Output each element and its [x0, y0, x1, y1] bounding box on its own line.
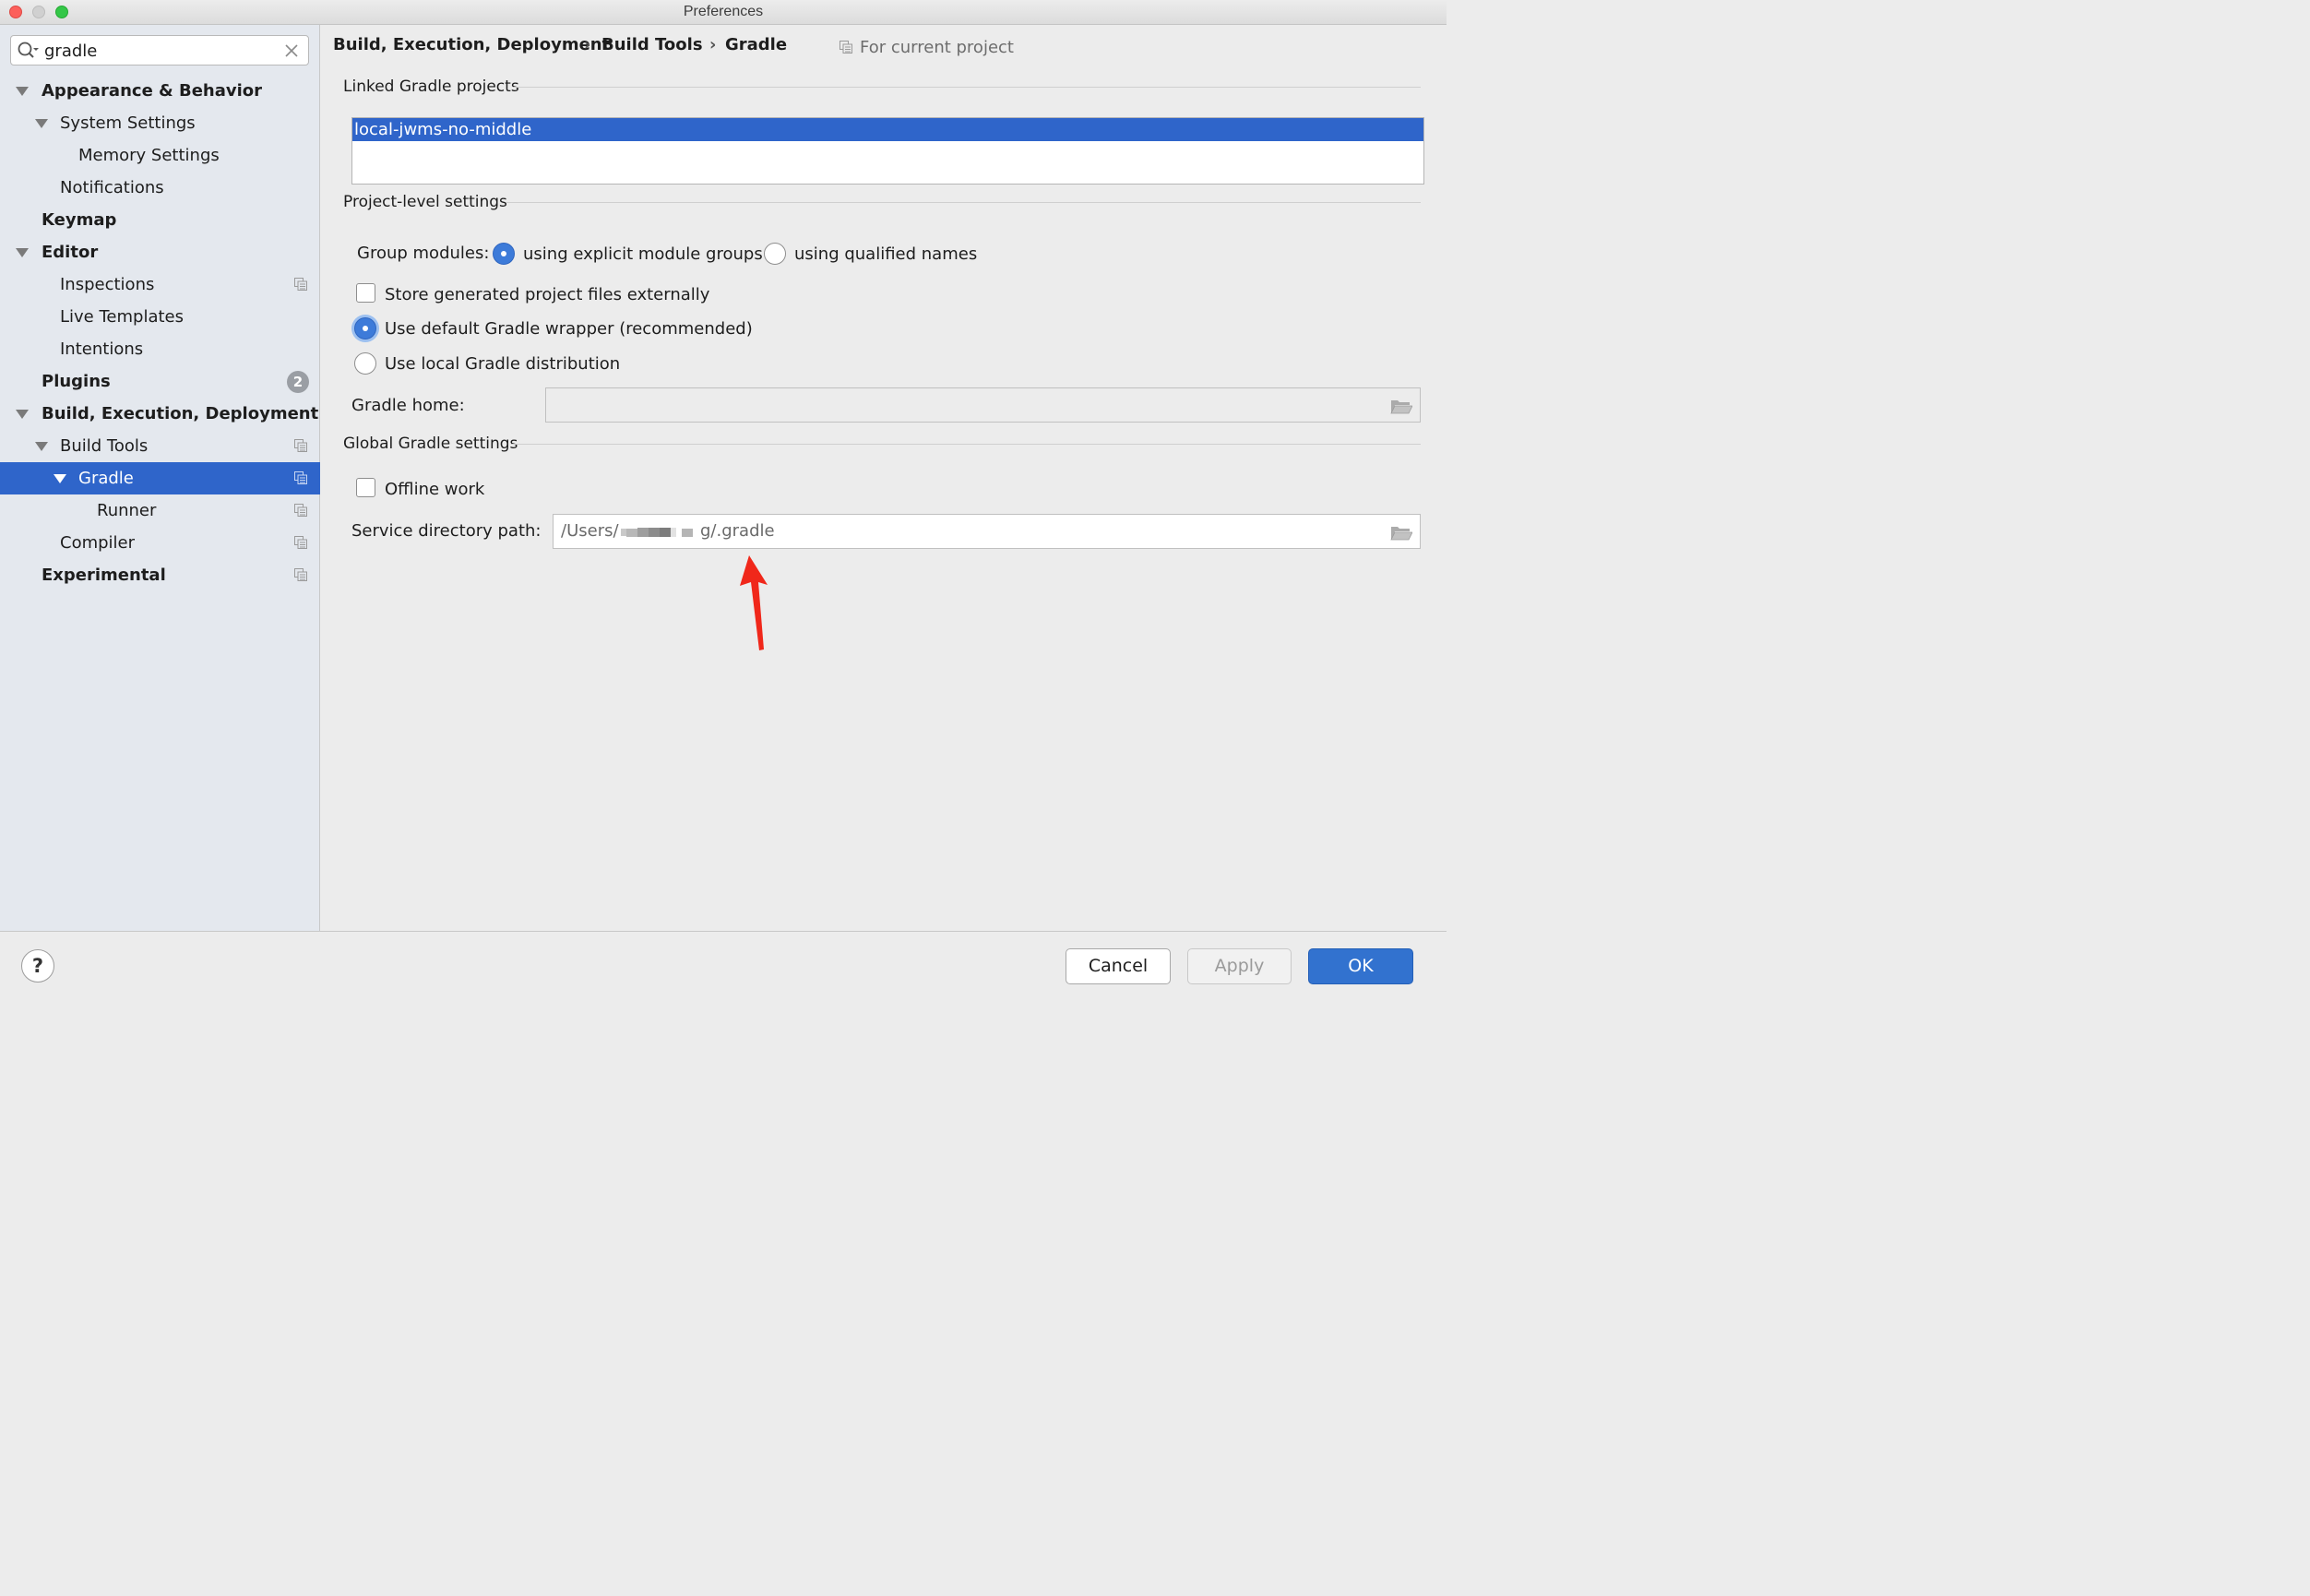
gradle-home-label: Gradle home: [351, 396, 465, 415]
offline-work-checkbox[interactable] [356, 478, 375, 497]
sidebar-item-keymap[interactable]: Keymap [0, 204, 320, 236]
project-scope-icon [294, 504, 307, 517]
group-qualified-label[interactable]: using qualified names [794, 244, 977, 264]
service-dir-prefix: /Users/ [561, 521, 619, 541]
chevron-right-icon: › [584, 35, 591, 54]
chevron-down-icon[interactable] [16, 410, 29, 419]
chevron-down-icon[interactable] [16, 87, 29, 96]
section-title-linked-projects: Linked Gradle projects [343, 77, 519, 96]
offline-work-label[interactable]: Offline work [385, 480, 484, 499]
chevron-right-icon: › [709, 35, 717, 54]
chevron-down-icon[interactable] [35, 442, 48, 451]
sidebar-item-experimental[interactable]: Experimental [0, 559, 320, 591]
project-scope-icon [294, 471, 307, 484]
folder-icon[interactable] [1390, 398, 1412, 414]
sidebar-item-appearance-behavior[interactable]: Appearance & Behavior [0, 75, 320, 107]
project-scope-icon [294, 536, 307, 549]
gradle-settings-panel: Build, Execution, Deployment › Build Too… [321, 25, 1447, 931]
group-explicit-radio[interactable] [493, 243, 515, 265]
window-title: Preferences [683, 4, 764, 19]
dialog-footer: ? Cancel Apply OK [0, 931, 1447, 999]
local-distribution-label[interactable]: Use local Gradle distribution [385, 354, 620, 374]
divider [513, 87, 1421, 88]
local-distribution-radio[interactable] [354, 352, 376, 375]
linked-projects-list[interactable]: local-jwms-no-middle [351, 117, 1424, 185]
help-button[interactable]: ? [21, 949, 54, 983]
service-dir-field[interactable]: /Users/ g/.gradle [553, 514, 1421, 549]
sidebar-item-build-tools[interactable]: Build Tools [0, 430, 320, 462]
title-bar: Preferences [0, 0, 1447, 25]
default-wrapper-radio[interactable] [354, 317, 376, 339]
breadcrumb-item: Build, Execution, Deployment [333, 35, 611, 54]
plugins-update-badge: 2 [287, 371, 309, 393]
gradle-home-field[interactable] [545, 387, 1421, 423]
default-wrapper-label[interactable]: Use default Gradle wrapper (recommended) [385, 319, 753, 339]
sidebar-item-inspections[interactable]: Inspections [0, 268, 320, 301]
service-dir-suffix: g/.gradle [700, 521, 775, 541]
search-icon[interactable] [17, 41, 39, 61]
sidebar-item-live-templates[interactable]: Live Templates [0, 301, 320, 333]
close-icon[interactable] [284, 43, 299, 58]
list-item[interactable]: local-jwms-no-middle [352, 118, 1423, 141]
apply-button[interactable]: Apply [1187, 948, 1292, 984]
divider [511, 444, 1421, 445]
project-scope-icon [294, 568, 307, 581]
sidebar-item-build-execution-deployment[interactable]: Build, Execution, Deployment [0, 398, 320, 430]
chevron-down-icon[interactable] [54, 474, 66, 483]
sidebar-item-notifications[interactable]: Notifications [0, 172, 320, 204]
breadcrumb-item: Gradle [725, 35, 788, 54]
sidebar-item-editor[interactable]: Editor [0, 236, 320, 268]
project-scope-icon [294, 439, 307, 452]
group-qualified-radio[interactable] [764, 243, 786, 265]
store-externally-checkbox[interactable] [356, 283, 375, 303]
sidebar-item-intentions[interactable]: Intentions [0, 333, 320, 365]
sidebar-item-system-settings[interactable]: System Settings [0, 107, 320, 139]
sidebar-item-compiler[interactable]: Compiler [0, 527, 320, 559]
annotation-arrow-icon [740, 555, 768, 650]
sidebar-item-plugins[interactable]: Plugins 2 [0, 365, 320, 398]
settings-sidebar: Appearance & Behavior System Settings Me… [0, 25, 320, 931]
service-dir-label: Service directory path: [351, 521, 542, 541]
divider [506, 202, 1421, 203]
sidebar-item-memory-settings[interactable]: Memory Settings [0, 139, 320, 172]
sidebar-item-gradle[interactable]: Gradle [0, 462, 320, 494]
section-title-global: Global Gradle settings [343, 435, 518, 453]
redacted-username [621, 528, 693, 537]
cancel-button[interactable]: Cancel [1066, 948, 1171, 984]
group-modules-label: Group modules: [357, 244, 490, 263]
sidebar-item-runner[interactable]: Runner [0, 494, 320, 527]
chevron-down-icon[interactable] [16, 248, 29, 257]
section-title-project-level: Project-level settings [343, 193, 507, 211]
breadcrumb-item: Build Tools [601, 35, 703, 54]
project-scope-icon [839, 41, 852, 54]
folder-icon[interactable] [1390, 524, 1412, 541]
store-externally-label[interactable]: Store generated project files externally [385, 285, 709, 304]
scope-label: For current project [860, 38, 1014, 57]
chevron-down-icon[interactable] [35, 119, 48, 128]
search-input[interactable] [44, 40, 275, 62]
project-scope-icon [294, 278, 307, 291]
group-explicit-label[interactable]: using explicit module groups [523, 244, 763, 264]
search-box[interactable] [10, 35, 309, 66]
ok-button[interactable]: OK [1308, 948, 1413, 984]
